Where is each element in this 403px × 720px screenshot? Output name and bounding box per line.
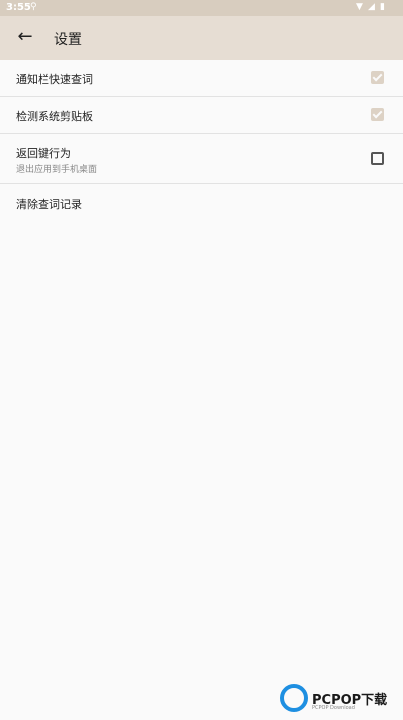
setting-label: 清除查词记录 — [16, 198, 82, 211]
battery-icon: ▮ — [380, 2, 385, 12]
watermark: PCPOP下载 PCPOP Download — [280, 684, 400, 714]
watermark-small: PCPOP Download — [312, 705, 355, 711]
status-bar: 3:55 ⚲ ▼ ◢ ▮ — [0, 0, 403, 16]
search-icon: ⚲ — [30, 2, 37, 12]
app-bar: ← 设置 — [0, 16, 403, 60]
status-time: 3:55 — [6, 2, 31, 13]
setting-label: 返回键行为 — [16, 147, 71, 160]
setting-label: 检测系统剪贴板 — [16, 110, 93, 123]
setting-subtitle: 退出应用到手机桌面 — [16, 165, 98, 175]
back-arrow-icon[interactable]: ← — [14, 26, 36, 48]
setting-back-key-behavior[interactable]: 返回键行为 退出应用到手机桌面 — [0, 134, 403, 183]
notification-quick-lookup-checkbox[interactable] — [371, 71, 384, 84]
setting-label: 通知栏快速查词 — [16, 73, 93, 86]
setting-notification-quick-lookup[interactable]: 通知栏快速查词 — [0, 60, 403, 96]
signal-icon: ◢ — [368, 2, 375, 12]
detect-clipboard-checkbox[interactable] — [371, 108, 384, 121]
wifi-icon: ▼ — [356, 2, 363, 12]
setting-detect-clipboard[interactable]: 检测系统剪贴板 — [0, 97, 403, 133]
page-title: 设置 — [54, 32, 82, 48]
pcpop-logo-icon — [280, 684, 308, 712]
back-key-behavior-checkbox[interactable] — [371, 152, 384, 165]
setting-clear-history[interactable]: 清除查词记录 — [0, 184, 403, 221]
